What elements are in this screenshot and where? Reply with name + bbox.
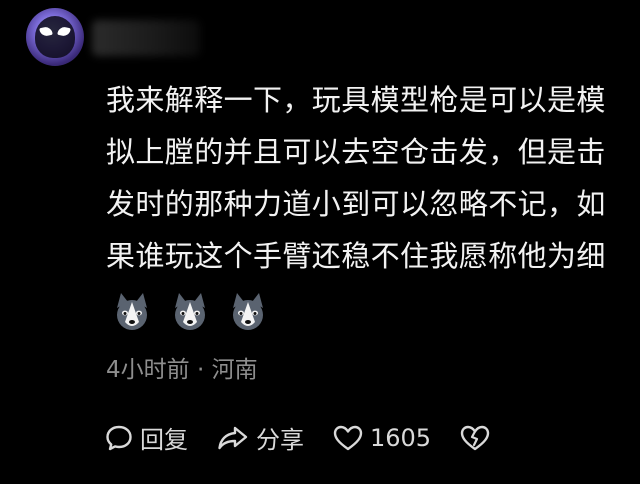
- avatar[interactable]: [26, 8, 84, 66]
- heart-icon: [333, 425, 363, 450]
- reply-label: 回复: [140, 426, 188, 454]
- avatar-mask-shape: [35, 16, 75, 58]
- username-blurred[interactable]: [92, 20, 200, 56]
- share-button[interactable]: 分享: [216, 420, 304, 455]
- husky-emoji-icon: [233, 293, 263, 330]
- dislike-button[interactable]: [459, 423, 497, 453]
- like-count: 1605: [370, 423, 432, 452]
- comment-line: 拟上膛的并且可以去空仓击发，但是击: [106, 135, 606, 169]
- speech-bubble-icon: [106, 425, 132, 450]
- comment-line: 发时的那种力道小到可以忽略不记，如: [106, 187, 606, 221]
- comment-line: 果谁玩这个手臂还稳不住我愿称他为细: [106, 239, 606, 273]
- emoji-row: [114, 292, 266, 332]
- comment-text: 我来解释一下，玩具模型枪是可以是模 拟上膛的并且可以去空仓击发，但是击 发时的那…: [106, 74, 634, 282]
- share-arrow-icon: [218, 426, 248, 449]
- reply-button[interactable]: 回复: [104, 420, 188, 455]
- comment-meta: 4小时前 · 河南: [106, 357, 258, 383]
- broken-heart-icon: [460, 425, 490, 450]
- husky-emoji-icon: [117, 293, 147, 330]
- like-button[interactable]: 1605: [332, 423, 431, 453]
- share-label: 分享: [256, 426, 304, 454]
- comment-line: 我来解释一下，玩具模型枪是可以是模: [106, 83, 606, 117]
- husky-emoji-icon: [175, 293, 205, 330]
- action-bar: 回复 分享 1605: [104, 420, 525, 455]
